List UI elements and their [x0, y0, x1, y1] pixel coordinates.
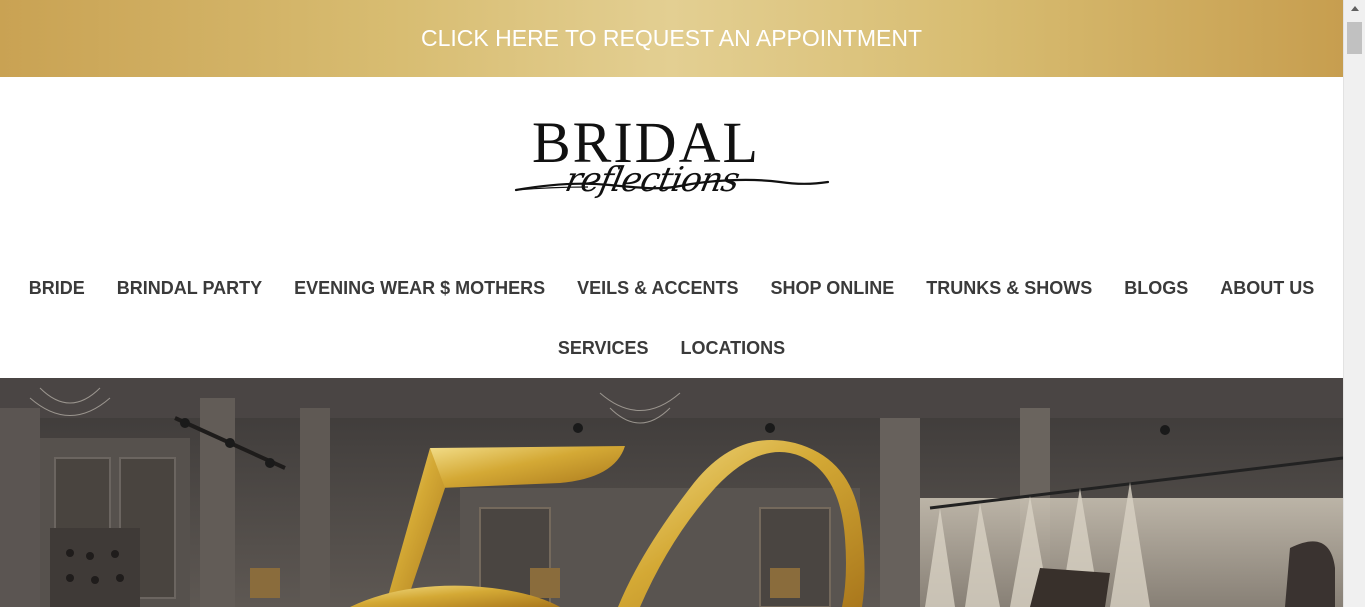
nav-item-evening-wear-mothers[interactable]: EVENING WEAR $ MOTHERS: [278, 278, 561, 299]
nav-item-bride[interactable]: BRIDE: [13, 278, 101, 299]
scrollbar-thumb[interactable]: [1347, 22, 1362, 54]
nav-item-shop-online[interactable]: SHOP ONLINE: [755, 278, 911, 299]
nav-item-veils-accents[interactable]: VEILS & ACCENTS: [561, 278, 754, 299]
main-navigation: BRIDE BRINDAL PARTY EVENING WEAR $ MOTHE…: [0, 258, 1343, 378]
boutique-interior-illustration: [0, 378, 1343, 607]
request-appointment-banner[interactable]: CLICK HERE TO REQUEST AN APPOINTMENT: [0, 0, 1343, 77]
nav-item-services[interactable]: SERVICES: [542, 338, 665, 359]
nav-item-trunks-shows[interactable]: TRUNKS & SHOWS: [910, 278, 1108, 299]
nav-row-secondary: SERVICES LOCATIONS: [0, 318, 1343, 378]
nav-item-about-us[interactable]: ABOUT US: [1204, 278, 1330, 299]
request-appointment-link[interactable]: CLICK HERE TO REQUEST AN APPOINTMENT: [421, 25, 922, 52]
nav-item-locations[interactable]: LOCATIONS: [665, 338, 802, 359]
site-logo[interactable]: BRIDAL reflections: [510, 112, 840, 217]
nav-item-bridal-party[interactable]: BRINDAL PARTY: [101, 278, 278, 299]
web-page: CLICK HERE TO REQUEST AN APPOINTMENT BRI…: [0, 0, 1343, 607]
nav-item-blogs[interactable]: BLOGS: [1108, 278, 1204, 299]
scroll-up-arrow-icon[interactable]: [1344, 0, 1365, 18]
hero-image: [0, 378, 1343, 607]
logo-script-text: reflections: [561, 160, 743, 200]
nav-row-primary: BRIDE BRINDAL PARTY EVENING WEAR $ MOTHE…: [0, 258, 1343, 318]
vertical-scrollbar[interactable]: [1343, 0, 1365, 607]
